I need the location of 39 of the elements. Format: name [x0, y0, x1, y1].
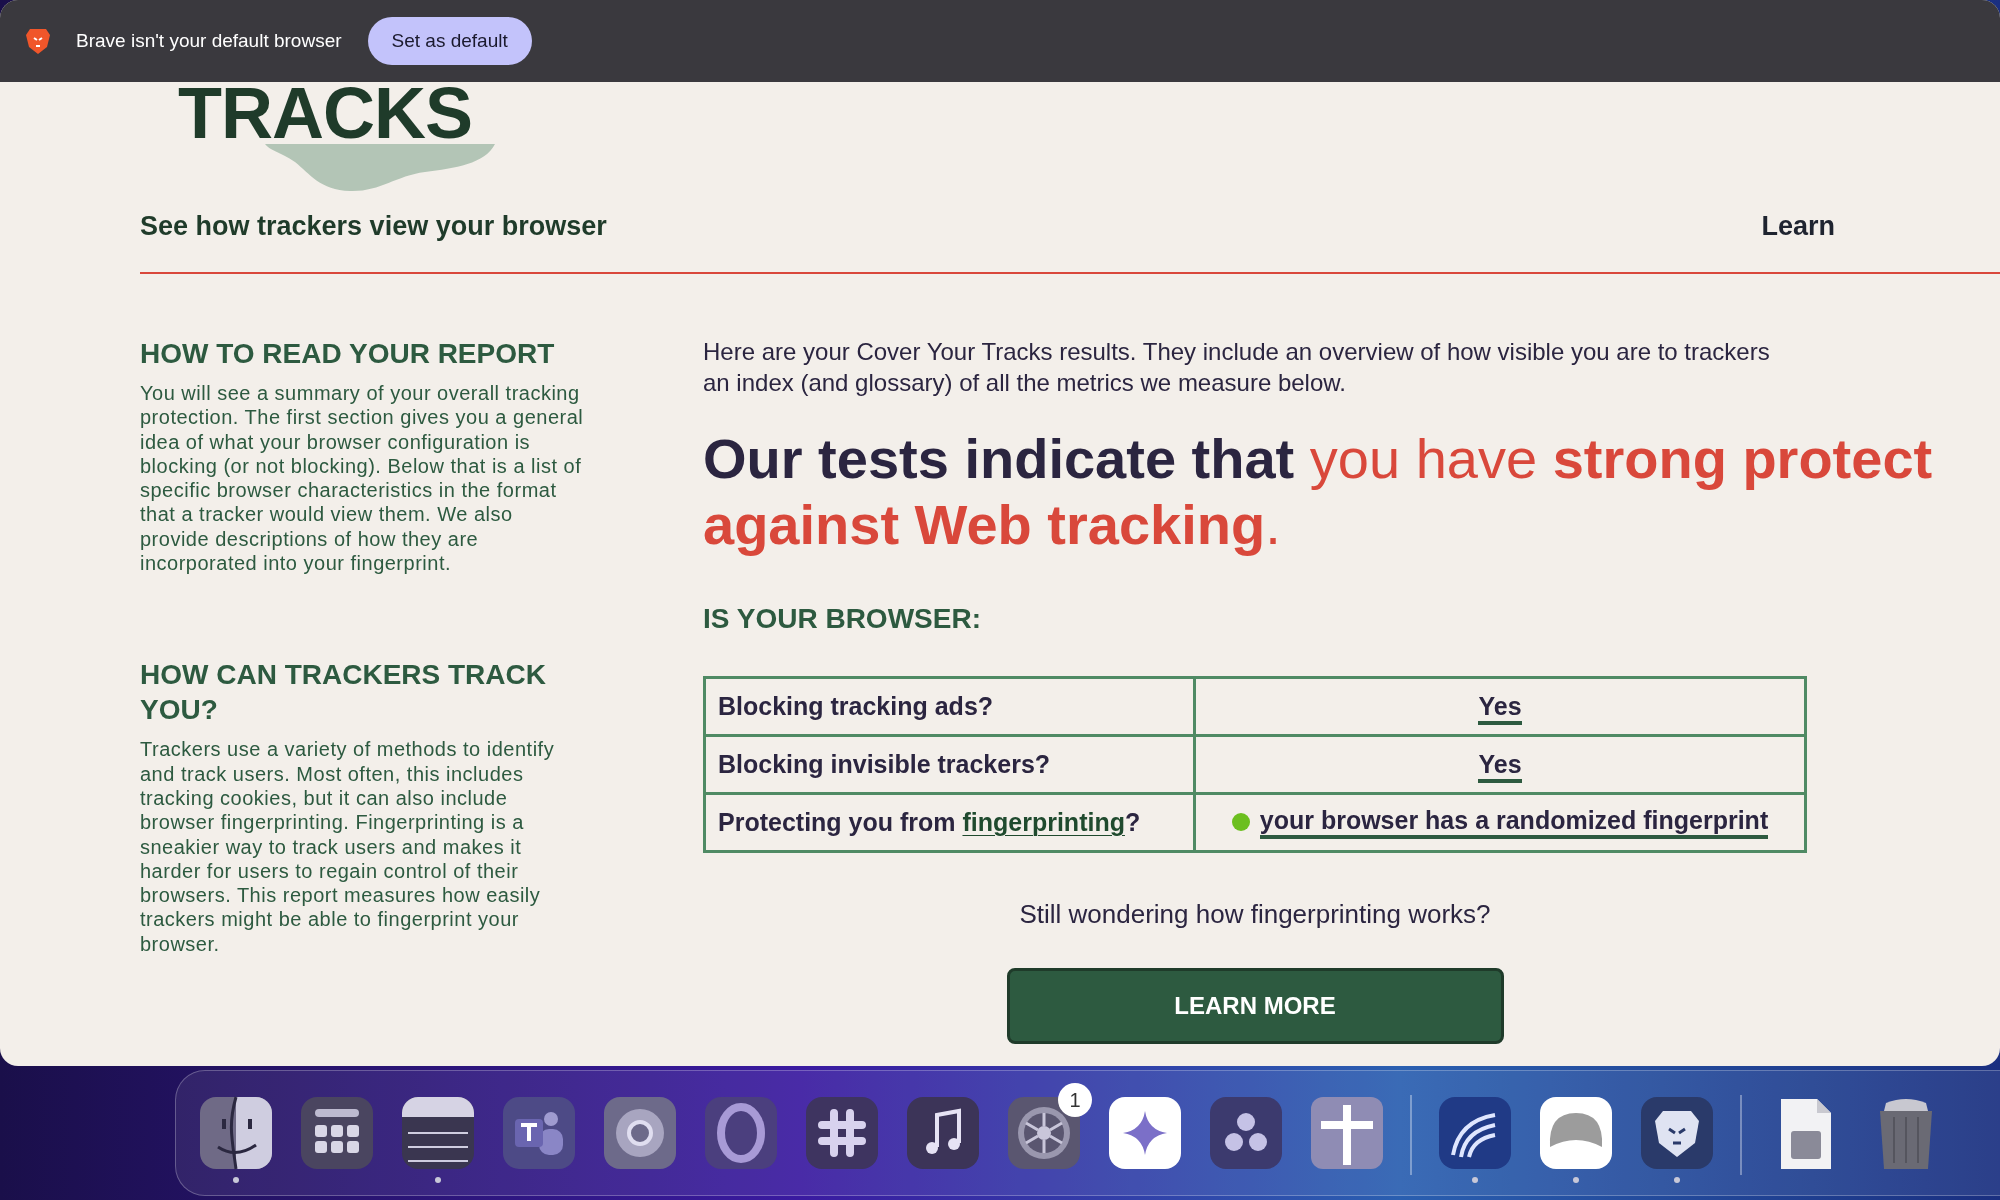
cross-icon[interactable] — [1309, 1095, 1385, 1171]
section-heading: HOW CAN TRACKERS TRACK YOU? — [140, 658, 547, 728]
question-cell: Blocking invisible trackers? — [704, 735, 1195, 794]
hash-icon[interactable] — [804, 1095, 880, 1171]
section-body: Trackers use a variety of methods to identify and track users. Most often, this includes tracking cookies, but it can also include browser fingerprinting. Fingerprinting is a sneakier way to track users and makes it harder for users to regain control of their browsers. This report measures how easily trackers might be able to fingerprint your browser. — [140, 737, 556, 957]
answer-link[interactable]: Yes — [1478, 748, 1522, 783]
intro-paragraph: Here are your Cover Your Tracks results. They include an overview of how visible you are to trackers an index (and glossary) of all the metrics we measure below. — [703, 337, 1771, 398]
learn-nav-link[interactable]: Learn — [1761, 205, 1835, 247]
fingerprinting-link[interactable]: fingerprinting — [962, 807, 1125, 836]
dome-icon[interactable] — [1538, 1095, 1614, 1171]
section-heading: HOW TO READ YOUR REPORT — [140, 337, 556, 371]
question-cell: Protecting you from fingerprinting? — [704, 793, 1195, 852]
music-note-icon[interactable] — [905, 1095, 981, 1171]
answer-link[interactable]: your browser has a randomized fingerprint — [1259, 804, 1769, 839]
learn-more-prompt: Still wondering how fingerprinting works? — [1019, 898, 1491, 931]
three-circles-icon[interactable] — [1208, 1095, 1284, 1171]
section-body: You will see a summary of your overall tracking protection. The first section gives you a general idea of what your browser configuration is blocking (or not blocking). Below that is a list of specific browser characteristics in the format that a tracker would view them. We also provide descriptions of how they are incorporated into your fingerprint. — [140, 381, 585, 576]
answer-link[interactable]: Yes — [1478, 690, 1522, 725]
oval-ring-icon[interactable] — [703, 1095, 779, 1171]
gear-icon[interactable] — [1006, 1095, 1082, 1171]
verdict-heading: Our tests indicate that you have strong protect against Web tracking. — [703, 426, 1934, 558]
blob-shape-icon — [265, 144, 495, 192]
sparkle-icon[interactable] — [1107, 1095, 1183, 1171]
logo-text: TRACKS — [178, 82, 472, 144]
notification-badge: 1 — [1058, 1083, 1092, 1117]
question-cell: Blocking tracking ads? — [704, 677, 1195, 736]
learn-more-button[interactable]: LEARN MORE — [1006, 968, 1504, 1044]
set-default-button[interactable]: Set as default — [367, 17, 532, 65]
notification-message: Brave isn't your default browser — [76, 28, 342, 53]
lion-head-icon[interactable] — [1639, 1095, 1715, 1171]
people-t-icon[interactable] — [501, 1095, 577, 1171]
page-subtitle: See how trackers view your browser — [140, 209, 607, 243]
ring-icon[interactable] — [602, 1095, 678, 1171]
app-grid-icon[interactable] — [299, 1095, 375, 1171]
wave-arc-icon[interactable] — [1437, 1095, 1513, 1171]
lion-shield-icon — [26, 27, 50, 55]
lined-note-icon[interactable] — [400, 1095, 476, 1171]
browser-section-heading: IS YOUR BROWSER: — [703, 602, 982, 636]
smiling-face-icon[interactable] — [198, 1095, 274, 1171]
